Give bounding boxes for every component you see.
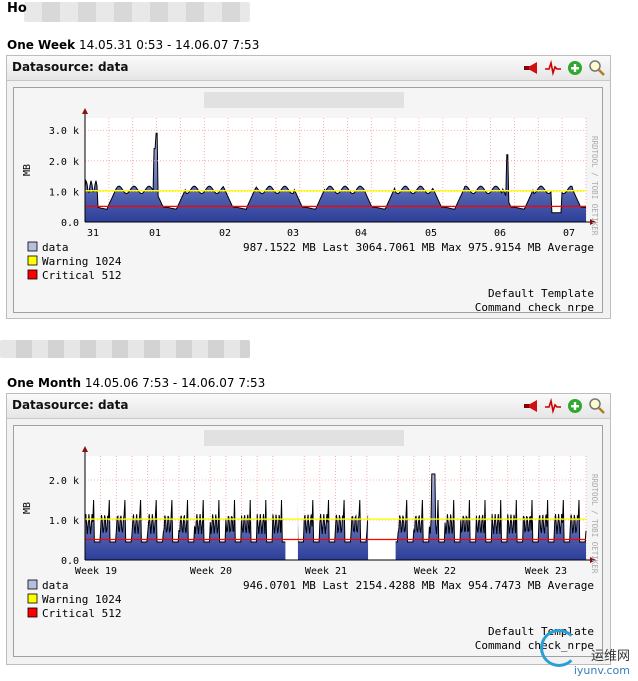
period-month: One Month 14.05.06 7:53 - 14.06.07 7:53 bbox=[7, 376, 265, 390]
y-axis-arrow bbox=[82, 446, 88, 452]
legend-swatch bbox=[27, 593, 38, 604]
legend-stats: 987.1522 MB Last 3064.7061 MB Max 975.91… bbox=[243, 241, 594, 254]
x-tick-label: Week 22 bbox=[414, 566, 456, 577]
period-label: One Week bbox=[7, 38, 76, 52]
megaphone-icon[interactable] bbox=[522, 59, 540, 77]
period-range: 14.05.06 7:53 - 14.06.07 7:53 bbox=[84, 376, 266, 390]
y-tick-label: 2.0 k bbox=[49, 476, 79, 487]
panel-header: Datasource: data bbox=[7, 394, 610, 419]
period-range: 14.05.31 0:53 - 14.06.07 7:53 bbox=[78, 38, 260, 52]
rrdtool-label: RRDTOOL / TOBI OETIKER bbox=[590, 136, 599, 236]
graph-month[interactable]: 2.0 k 1.0 k 0.0 MB RRDTOOL / TOBI OETIKER Wee… bbox=[13, 425, 603, 657]
pulse-icon[interactable] bbox=[544, 397, 562, 415]
rrdtool-label: RRDTOOL / TOBI OETIKER bbox=[590, 474, 599, 574]
legend-stats: 946.0701 MB Last 2154.4288 MB Max 954.74… bbox=[243, 579, 594, 592]
template-label: Default Template bbox=[488, 625, 594, 638]
add-icon[interactable] bbox=[566, 59, 584, 77]
watermark: 运维网 iyunv.com bbox=[573, 649, 630, 677]
rrd-graph-week: 3.0 k 2.0 k 1.0 k 0.0 MB RRDTOOL / TOBI OETIK… bbox=[22, 92, 599, 314]
y-tick-label: 1.0 k bbox=[49, 187, 79, 198]
x-tick-label: 31 bbox=[87, 228, 99, 239]
y-axis-label: MB bbox=[22, 502, 33, 514]
y-axis-label: MB bbox=[22, 164, 33, 176]
megaphone-icon[interactable] bbox=[522, 397, 540, 415]
host-title: Ho bbox=[7, 1, 27, 16]
x-tick-label: 02 bbox=[219, 228, 231, 239]
graph-week[interactable]: 3.0 k 2.0 k 1.0 k 0.0 MB RRDTOOL / TOBI OETIK… bbox=[13, 87, 603, 314]
legend-swatch bbox=[27, 607, 38, 618]
x-tick-label: 06 bbox=[494, 228, 506, 239]
datasource-title: Datasource: data bbox=[12, 60, 129, 74]
x-tick-label: 01 bbox=[149, 228, 161, 239]
pulse-icon[interactable] bbox=[544, 59, 562, 77]
x-tick-label: 07 bbox=[563, 228, 575, 239]
legend-label: Critical 512 bbox=[42, 607, 121, 620]
datasource-title: Datasource: data bbox=[12, 398, 129, 412]
zoom-icon[interactable] bbox=[588, 397, 606, 415]
legend-swatch bbox=[27, 579, 38, 590]
period-label: One Month bbox=[7, 376, 82, 390]
legend-label: data bbox=[42, 241, 69, 254]
x-tick-label: 05 bbox=[425, 228, 437, 239]
y-tick-label: 2.0 k bbox=[49, 157, 79, 168]
redacted-graph-title bbox=[204, 92, 404, 108]
y-tick-label: 1.0 k bbox=[49, 516, 79, 527]
x-tick-label: 04 bbox=[355, 228, 367, 239]
x-tick-label: 03 bbox=[287, 228, 299, 239]
x-tick-label: Week 19 bbox=[75, 566, 117, 577]
panel-toolbar bbox=[522, 59, 606, 77]
datasource-panel-month: Datasource: data 2.0 k 1.0 k 0.0 MB RRDTOOL … bbox=[6, 393, 611, 665]
panel-toolbar bbox=[522, 397, 606, 415]
data-gap bbox=[285, 456, 298, 560]
add-icon[interactable] bbox=[566, 397, 584, 415]
watermark-logo-icon bbox=[540, 629, 578, 667]
panel-header: Datasource: data bbox=[7, 56, 610, 81]
y-axis-arrow bbox=[82, 108, 88, 114]
data-gap bbox=[368, 456, 396, 560]
legend-label: Critical 512 bbox=[42, 269, 121, 282]
legend-swatch bbox=[27, 255, 38, 266]
y-tick-label: 0.0 bbox=[61, 218, 79, 229]
period-week: One Week 14.05.31 0:53 - 14.06.07 7:53 bbox=[7, 38, 259, 52]
rrd-graph-month: 2.0 k1.0 k0.0MB RRDTOOL / TOBI OETIKERWee… bbox=[22, 430, 599, 652]
redacted-host-name bbox=[24, 2, 250, 22]
legend-swatch bbox=[27, 241, 38, 252]
template-label: Default Template bbox=[488, 287, 594, 300]
zoom-icon[interactable] bbox=[588, 59, 606, 77]
x-tick-label: Week 23 bbox=[525, 566, 567, 577]
legend-label: Warning 1024 bbox=[42, 255, 122, 268]
command-label: Command check_nrpe bbox=[475, 301, 594, 312]
y-tick-label: 3.0 k bbox=[49, 126, 79, 137]
legend-label: data bbox=[42, 579, 69, 592]
x-tick-label: Week 21 bbox=[305, 566, 347, 577]
redacted-graph-title bbox=[204, 430, 404, 446]
redacted-text bbox=[0, 340, 250, 358]
datasource-panel-week: Datasource: data 3.0 k 2.0 k 1.0 k 0.0 MB RRD… bbox=[6, 55, 611, 319]
x-tick-label: Week 20 bbox=[190, 566, 232, 577]
legend-swatch bbox=[27, 269, 38, 280]
legend-label: Warning 1024 bbox=[42, 593, 122, 606]
